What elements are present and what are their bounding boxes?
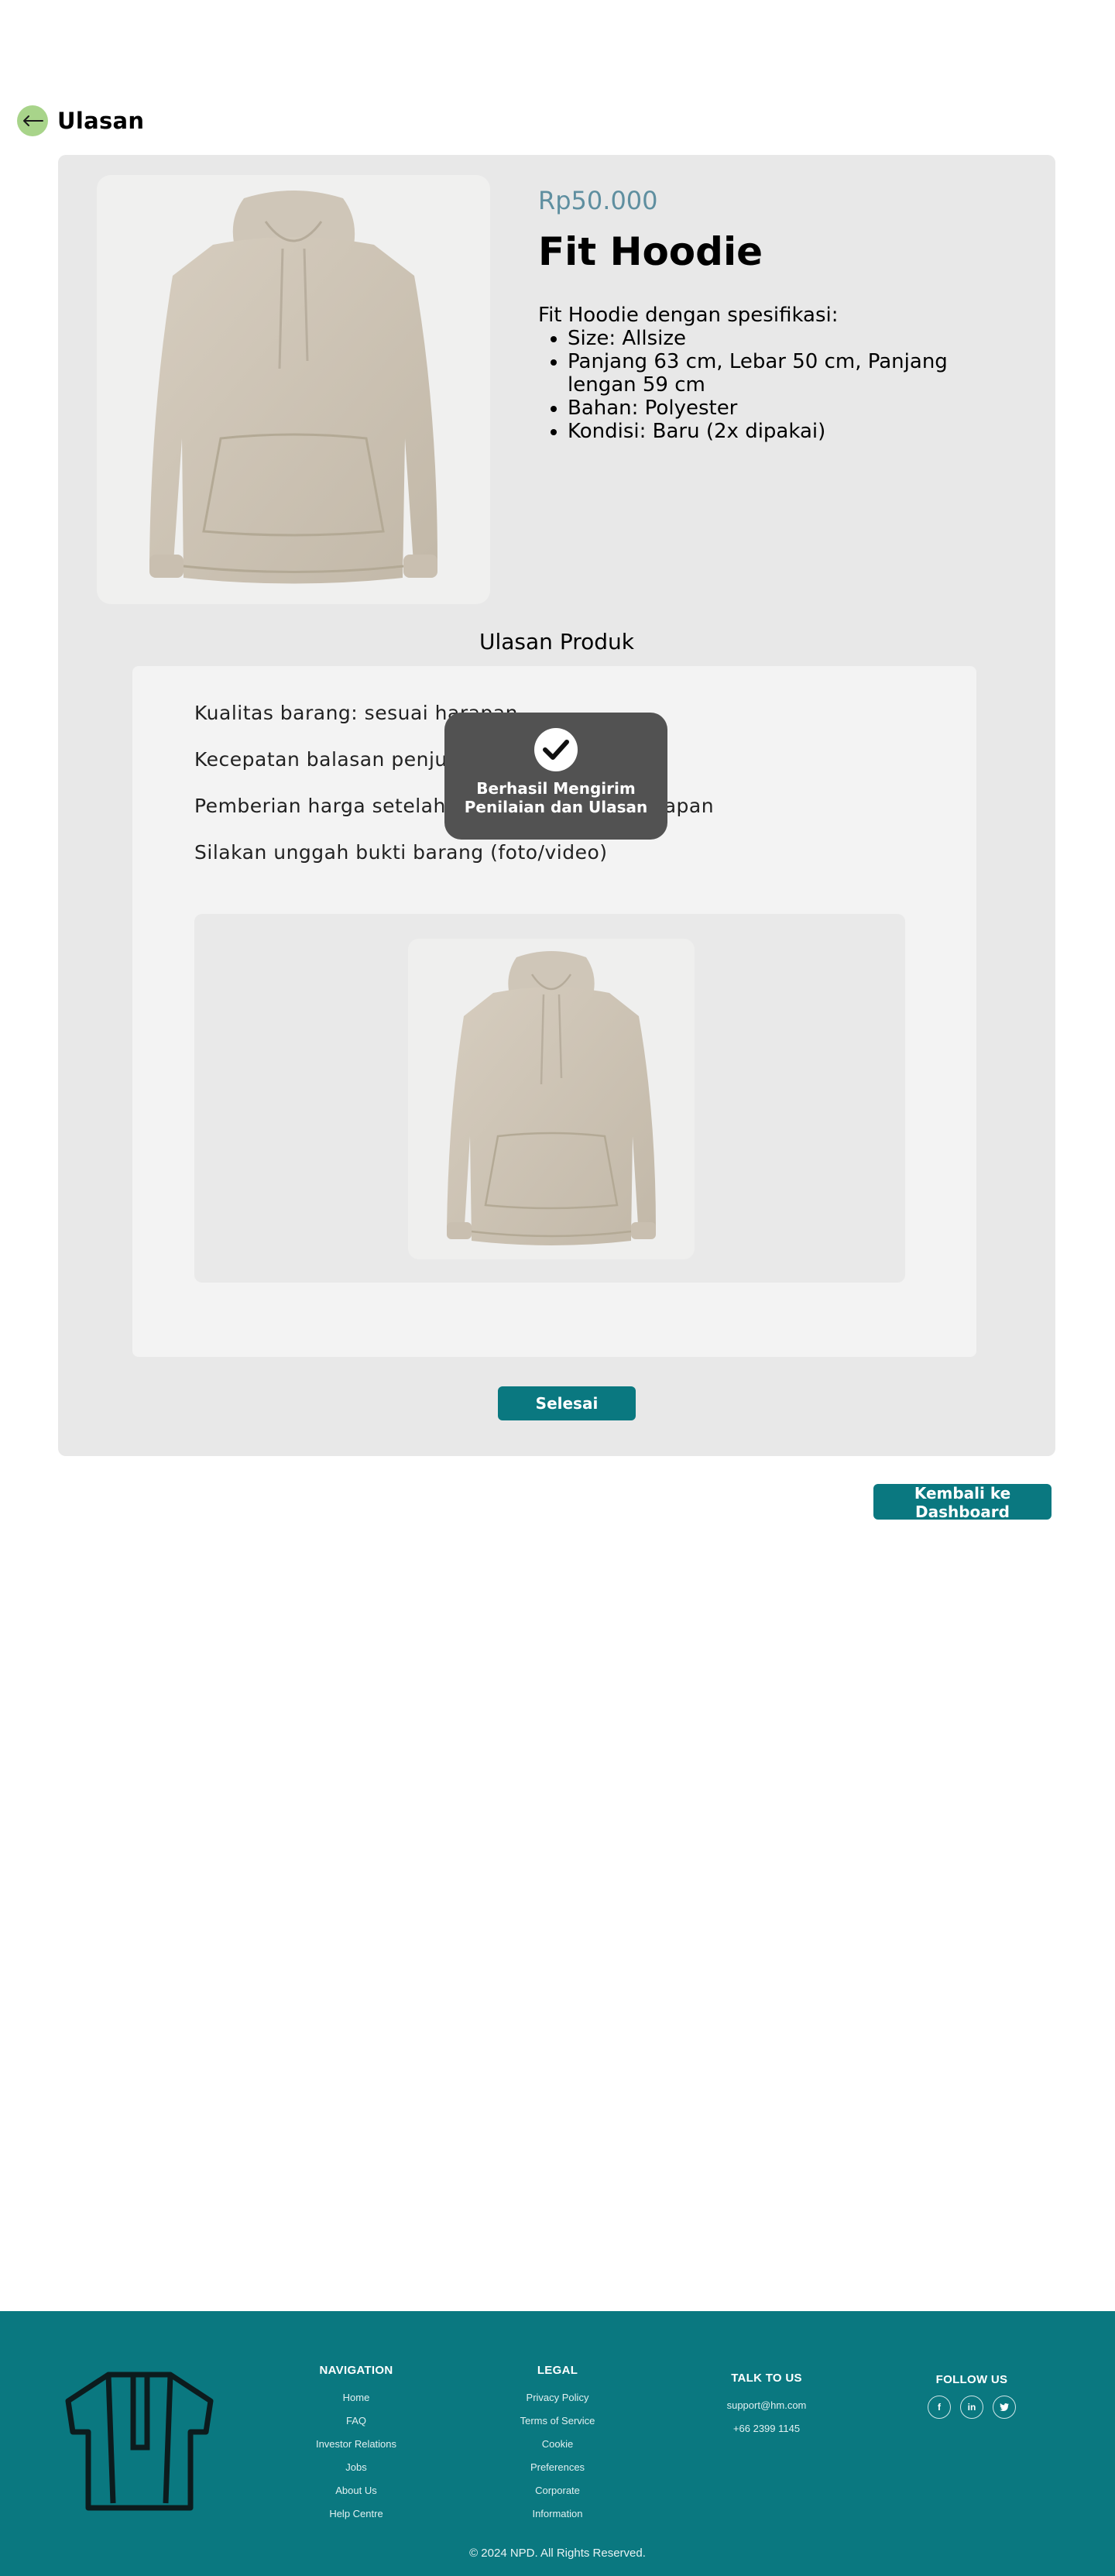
footer-email[interactable]: support@hm.com xyxy=(701,2394,832,2417)
footer-link-help[interactable]: Help Centre xyxy=(294,2502,418,2526)
spec-list: Size: Allsize Panjang 63 cm, Lebar 50 cm… xyxy=(568,327,972,443)
footer-link-corporate[interactable]: Corporate xyxy=(496,2479,619,2502)
upload-area[interactable] xyxy=(194,914,905,1283)
footer-legal: LEGAL Privacy Policy Terms of Service Co… xyxy=(496,2364,619,2526)
footer-link-home[interactable]: Home xyxy=(294,2386,418,2409)
footer-link-information[interactable]: Information xyxy=(496,2502,619,2526)
spec-item: Bahan: Polyester xyxy=(568,397,972,420)
footer-link-jobs[interactable]: Jobs xyxy=(294,2456,418,2479)
copyright: © 2024 NPD. All Rights Reserved. xyxy=(469,2547,646,2560)
footer-nav-title: NAVIGATION xyxy=(319,2364,393,2377)
back-to-dashboard-button[interactable]: Kembali ke Dashboard xyxy=(873,1484,1052,1521)
review-heading: Ulasan Produk xyxy=(479,629,634,654)
back-button[interactable] xyxy=(17,105,48,136)
success-toast: Berhasil Mengirim Penilaian dan Ulasan xyxy=(444,713,667,840)
footer: NAVIGATION Home FAQ Investor Relations J… xyxy=(0,2311,1115,2576)
hoodie-image xyxy=(149,191,437,584)
facebook-icon[interactable]: f xyxy=(928,2396,951,2419)
product-image xyxy=(97,175,490,604)
arrow-left-icon xyxy=(23,115,43,126)
twitter-icon[interactable] xyxy=(993,2396,1016,2419)
page-header: Ulasan xyxy=(17,105,144,136)
check-icon xyxy=(534,728,578,771)
footer-follow: FOLLOW US f in xyxy=(914,2373,1030,2419)
product-info: Rp50.000 Fit Hoodie Fit Hoodie dengan sp… xyxy=(538,186,972,443)
footer-link-faq[interactable]: FAQ xyxy=(294,2409,418,2433)
social-links: f in xyxy=(914,2396,1030,2419)
spec-item: Size: Allsize xyxy=(568,327,972,350)
footer-follow-title: FOLLOW US xyxy=(935,2373,1008,2386)
product-description: Fit Hoodie dengan spesifikasi: xyxy=(538,304,839,327)
footer-phone[interactable]: +66 2399 1145 xyxy=(701,2417,832,2440)
spec-item: Kondisi: Baru (2x dipakai) xyxy=(568,420,972,443)
footer-talk-title: TALK TO US xyxy=(731,2372,802,2385)
hoodie-image xyxy=(447,951,656,1245)
footer-link-investor[interactable]: Investor Relations xyxy=(294,2433,418,2456)
product-price: Rp50.000 xyxy=(538,186,658,215)
footer-talk: TALK TO US support@hm.com +66 2399 1145 xyxy=(701,2372,832,2440)
footer-navigation: NAVIGATION Home FAQ Investor Relations J… xyxy=(294,2364,418,2526)
footer-link-cookie[interactable]: Cookie xyxy=(496,2433,619,2456)
footer-link-about[interactable]: About Us xyxy=(294,2479,418,2502)
toast-message: Berhasil Mengirim Penilaian dan Ulasan xyxy=(464,779,648,816)
footer-link-privacy[interactable]: Privacy Policy xyxy=(496,2386,619,2409)
product-name: Fit Hoodie xyxy=(538,229,763,274)
upload-instruction: Silakan unggah bukti barang (foto/video) xyxy=(194,841,608,864)
footer-link-preferences[interactable]: Preferences xyxy=(496,2456,619,2479)
spec-item: Panjang 63 cm, Lebar 50 cm, Panjang leng… xyxy=(568,350,972,397)
done-button[interactable]: Selesai xyxy=(498,1386,636,1420)
footer-legal-title: LEGAL xyxy=(537,2364,578,2377)
linkedin-icon[interactable]: in xyxy=(960,2396,983,2419)
footer-link-terms[interactable]: Terms of Service xyxy=(496,2409,619,2433)
shirt-logo-icon xyxy=(65,2372,214,2511)
page-title: Ulasan xyxy=(57,108,145,134)
uploaded-image xyxy=(408,939,695,1259)
